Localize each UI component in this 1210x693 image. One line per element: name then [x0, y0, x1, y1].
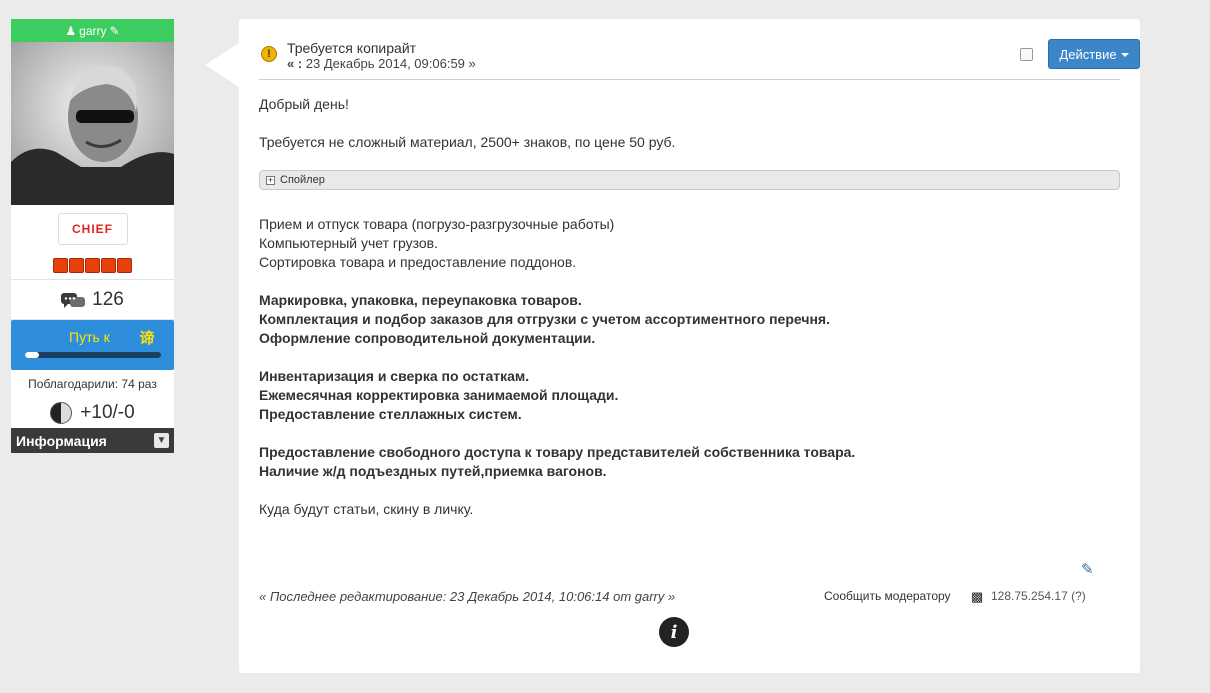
post-line-bold: Предоставление свободного доступа к това…: [259, 444, 856, 460]
post-title[interactable]: Требуется копирайт: [287, 40, 416, 56]
username-bar[interactable]: ♟ garry ✎: [11, 19, 174, 42]
spoiler-toggle[interactable]: + Спойлер: [259, 170, 1120, 190]
action-label: Действие: [1059, 46, 1117, 62]
post-line-bold: Наличие ж/д подъездных путей,приемка ваг…: [259, 463, 607, 479]
exclamation-icon: !: [261, 46, 277, 62]
post-line-bold: Инвентаризация и сверка по остаткам.: [259, 368, 530, 384]
yin-yang-icon: [50, 402, 73, 424]
path-label: Путь к: [69, 329, 110, 345]
post-line: Добрый день!: [259, 96, 349, 112]
ip-address: 128.75.254.17 (?): [991, 589, 1086, 603]
report-moderator-link[interactable]: Сообщить модератору: [824, 589, 951, 603]
post-line: Куда будут статьи, скину в личку.: [259, 501, 474, 517]
post-line: Компьютерный учет грузов.: [259, 235, 438, 251]
post-line: Требуется не сложный материал, 2500+ зна…: [259, 134, 676, 150]
post-header: ! Требуется копирайт « : 23 Декабрь 2014…: [259, 39, 1140, 80]
select-post-checkbox[interactable]: [1020, 48, 1033, 61]
username[interactable]: garry: [79, 24, 106, 38]
posts-count: 126: [92, 288, 124, 310]
post-date-prefix: « :: [287, 56, 306, 71]
action-button[interactable]: Действие: [1048, 39, 1140, 69]
post-line-bold: Ежемесячная корректировка занимаемой пло…: [259, 387, 619, 403]
posts-count-block: 126: [11, 280, 174, 320]
plus-icon: +: [266, 174, 275, 185]
post-line-bold: Комплектация и подбор заказов для отгруз…: [259, 311, 830, 327]
rank-stars: [53, 258, 132, 273]
user-profile-panel: ♟ garry ✎ CHIEF 126 Путь к 谛 Поблагодари…: [11, 19, 174, 453]
path-progress-bar: [25, 352, 161, 358]
post-line-bold: Оформление сопроводительной документации…: [259, 330, 596, 346]
karma-value: +10/-0: [80, 402, 135, 423]
star-icon: [101, 258, 116, 273]
post-line-bold: Предоставление стеллажных систем.: [259, 406, 522, 422]
user-icon: ♟: [65, 23, 77, 38]
path-progress-block[interactable]: Путь к 谛: [11, 320, 174, 370]
chevron-down-icon[interactable]: ▼: [154, 433, 169, 448]
chat-bubbles-icon: [61, 292, 86, 308]
path-progress-fill: [25, 352, 39, 358]
avatar[interactable]: [11, 42, 174, 205]
star-icon: [53, 258, 68, 273]
star-icon: [117, 258, 132, 273]
ip-icon: ▩: [971, 589, 984, 604]
caret-down-icon: [1120, 53, 1129, 57]
post-line: Прием и отпуск товара (погрузо-разгрузоч…: [259, 216, 615, 232]
post-date-value: 23 Декабрь 2014, 09:06:59 »: [305, 56, 476, 71]
ip-value: 128.75.254.17: [991, 589, 1068, 603]
ip-help-link[interactable]: (?): [1071, 589, 1086, 603]
last-edited: « Последнее редактирование: 23 Декабрь 2…: [259, 589, 676, 604]
post-date: « : 23 Декабрь 2014, 09:06:59 »: [287, 56, 476, 71]
rank-badge: CHIEF: [57, 213, 128, 245]
pencil-icon: ✎: [109, 23, 120, 38]
star-icon: [85, 258, 100, 273]
spoiler-label: Спойлер: [280, 174, 325, 186]
info-dropdown[interactable]: Информация ▼: [11, 428, 174, 453]
card-pointer: [205, 43, 239, 87]
post-line: Сортировка товара и предоставление поддо…: [259, 254, 577, 270]
path-glyph-icon: 谛: [137, 327, 157, 347]
post-card: ! Требуется копирайт « : 23 Декабрь 2014…: [239, 19, 1140, 673]
post-line-bold: Маркировка, упаковка, переупаковка товар…: [259, 292, 582, 308]
karma-block: +10/-0: [11, 398, 174, 428]
thanks-count: Поблагодарили: 74 раз: [11, 370, 174, 398]
star-icon: [69, 258, 84, 273]
rank-block: CHIEF: [11, 205, 174, 280]
report-icon[interactable]: ✎: [1081, 560, 1094, 578]
info-icon[interactable]: i: [659, 617, 689, 647]
info-label: Информация: [16, 432, 107, 449]
